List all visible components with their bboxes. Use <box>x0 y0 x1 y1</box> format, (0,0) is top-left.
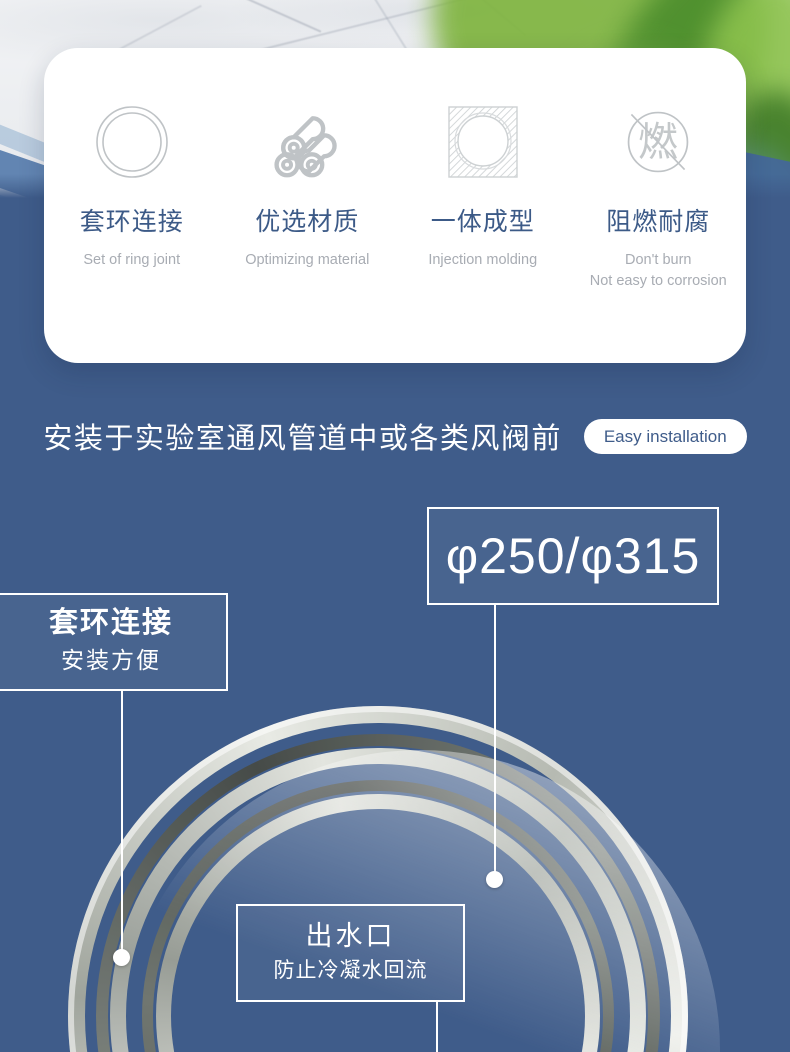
drain-outlet-callout-title: 出水口 <box>305 920 396 951</box>
feature-subtitle-line: Injection molding <box>428 252 538 268</box>
hatched-square-circle-icon <box>445 104 521 180</box>
feature-item-ring-joint: 套环连接 Set of ring joint <box>44 48 220 363</box>
product-detail-page: 套环连接 Set of ring joint 优选材质 Optimizing m… <box>0 0 790 1052</box>
drain-outlet-callout-subtitle: 防止冷凝水回流 <box>273 958 428 982</box>
feature-subtitle-line: Don't burn <box>625 252 692 268</box>
feature-title: 阻燃耐腐 <box>606 208 711 236</box>
feature-item-injection-molding: 一体成型 Injection molding <box>395 48 571 363</box>
feature-title: 套环连接 <box>79 208 184 236</box>
diameter-callout-label: φ250/φ315 <box>445 528 701 584</box>
feature-subtitle-line: Not easy to corrosion <box>589 272 727 289</box>
ring-joint-callout-anchor-dot <box>113 949 130 966</box>
feature-subtitle: Set of ring joint <box>83 250 180 271</box>
ring-joint-callout-leader-line <box>121 691 123 957</box>
ring-joint-callout: 套环连接 安装方便 <box>0 593 228 691</box>
diameter-callout-leader-line <box>494 605 496 879</box>
feature-subtitle-line: Optimizing material <box>245 252 370 268</box>
feature-item-material: 优选材质 Optimizing material <box>220 48 396 363</box>
feature-item-flame-retardant: 燃 阻燃耐腐 Don't burn Not easy to corrosion <box>571 48 747 363</box>
double-ring-icon <box>94 104 170 180</box>
page-headline: 安装于实验室通风管道中或各类风阀前 <box>43 423 562 455</box>
ring-joint-callout-title: 套环连接 <box>48 607 173 640</box>
feature-subtitle: Injection molding <box>428 250 537 271</box>
feature-subtitle: Optimizing material <box>245 250 369 271</box>
feature-title: 一体成型 <box>430 208 535 236</box>
headline-row: 安装于实验室通风管道中或各类风阀前 Easy installation <box>0 400 790 472</box>
feature-card: 套环连接 Set of ring joint 优选材质 Optimizing m… <box>44 48 746 363</box>
feature-title: 优选材质 <box>255 208 360 236</box>
drain-outlet-callout-leader-line <box>436 1002 438 1052</box>
feature-list: 套环连接 Set of ring joint 优选材质 Optimizing m… <box>44 48 746 363</box>
diameter-callout: φ250/φ315 <box>427 507 719 605</box>
no-burn-icon: 燃 <box>620 104 696 180</box>
drain-outlet-callout: 出水口 防止冷凝水回流 <box>236 904 465 1002</box>
feature-subtitle: Don't burn Not easy to corrosion <box>590 250 727 291</box>
easy-installation-badge: Easy installation <box>583 418 747 454</box>
feature-subtitle-line: Set of ring joint <box>83 252 181 268</box>
ring-joint-callout-subtitle: 安装方便 <box>61 646 161 673</box>
stacked-tubes-icon <box>269 104 345 180</box>
diameter-callout-anchor-dot <box>486 871 503 888</box>
